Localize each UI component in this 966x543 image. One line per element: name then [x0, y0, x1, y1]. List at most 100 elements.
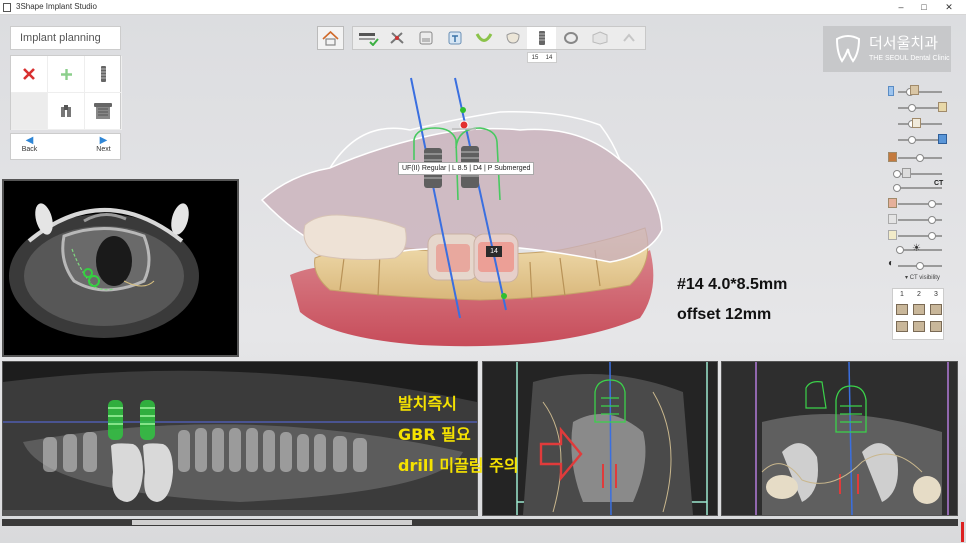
implant-tools: [10, 55, 122, 130]
back-button[interactable]: ◀ Back: [11, 135, 48, 154]
toolbar-guide-button[interactable]: [556, 27, 585, 49]
ct-visibility-slider[interactable]: CT: [888, 180, 948, 196]
guide-icon: [563, 32, 578, 44]
crown-box-icon: [419, 31, 432, 45]
contrast-slider[interactable]: ◐: [888, 258, 948, 274]
implant-size-text: #14 4.0*8.5mm: [677, 276, 788, 293]
arrow-icon: [622, 33, 635, 42]
toolbar-implant-button[interactable]: [527, 27, 556, 49]
step-title: Implant planning: [10, 26, 121, 50]
clinical-notes: 발치즉시 GBR 필요 drill 미끌림 주의: [398, 388, 519, 481]
tooth-visibility-slider[interactable]: [888, 100, 948, 116]
view-preset-cube-icon[interactable]: [896, 304, 908, 315]
tooth-icon: [505, 32, 520, 44]
home-icon: [322, 30, 339, 46]
view-preset-cube-icon[interactable]: [913, 304, 925, 315]
guide-visibility-slider[interactable]: [888, 212, 948, 228]
abutment-visibility-slider[interactable]: [888, 150, 948, 166]
ct-label: CT: [934, 180, 944, 187]
view-preset-cube-icon[interactable]: [930, 304, 942, 315]
abutment-icon: [61, 105, 71, 117]
delete-implant-button[interactable]: [11, 56, 48, 93]
rotate-handle: [459, 120, 469, 130]
molar-visibility-slider[interactable]: [888, 116, 948, 132]
ct-visibility-toggle[interactable]: ▾ CT visibility: [905, 274, 940, 281]
arch-icon: [475, 33, 492, 42]
toolbar-arrow-button[interactable]: [614, 27, 643, 49]
next-label: Next: [96, 146, 111, 153]
molar-icon: [912, 118, 921, 128]
toolbar-tools-button[interactable]: [382, 27, 411, 49]
toolbar-cube-button[interactable]: [585, 27, 614, 49]
view-presets: 1 2 3: [892, 288, 944, 340]
close-button[interactable]: ✕: [938, 1, 960, 14]
visibility-controls: CT ☀ ◐: [888, 84, 948, 284]
sleeve-icon: [94, 103, 112, 119]
toolbar-tooth-plan-button[interactable]: [440, 27, 469, 49]
contrast-icon: ◐: [888, 258, 895, 269]
window-title: 3Shape Implant Studio: [16, 2, 97, 11]
tooth-number-tag: 14: [486, 246, 502, 257]
horizontal-scrollbar[interactable]: [2, 519, 958, 526]
next-button[interactable]: ▶ Next: [85, 136, 122, 154]
app-icon: [3, 3, 11, 12]
view-tab-2[interactable]: 2: [911, 291, 927, 298]
tooth-number-15[interactable]: 15: [532, 55, 539, 61]
implant-visibility-slider[interactable]: [888, 132, 948, 148]
tooth-logo-icon: [835, 35, 861, 63]
minimize-button[interactable]: –: [890, 1, 912, 14]
tooth-number-14[interactable]: 14: [546, 55, 553, 61]
model-visibility-slider[interactable]: [888, 196, 948, 212]
scrollbar-thumb[interactable]: [132, 520, 412, 525]
toolbar-tooth-button[interactable]: [498, 27, 527, 49]
maximize-button[interactable]: □: [913, 1, 935, 14]
implant-cylinder-icon: [938, 134, 947, 144]
clinic-name: 더서울치과: [869, 34, 939, 52]
toolbar-arch-button[interactable]: [469, 27, 498, 49]
view-preset-cube-icon[interactable]: [930, 321, 942, 332]
note-immediate-extraction: 발치즉시: [398, 394, 457, 413]
implant-base-handle: [501, 293, 507, 299]
brightness-icon: ☀: [912, 243, 921, 254]
tools-icon: [902, 168, 911, 178]
add-implant-button[interactable]: [48, 56, 85, 93]
tools-icon: [389, 32, 404, 44]
implant-library-button[interactable]: [85, 56, 122, 93]
implant-icon: [100, 66, 106, 82]
model-view-3d[interactable]: [245, 70, 705, 360]
tooth-plan-icon: [448, 31, 461, 45]
apex-handle: [460, 107, 466, 113]
brightness-slider[interactable]: ☀: [888, 242, 948, 258]
scan-align-icon: [358, 33, 379, 46]
crown-icon: [910, 85, 919, 95]
view-tab-3[interactable]: 3: [928, 291, 944, 298]
scan-visibility-slider[interactable]: [888, 84, 948, 100]
model-icon: [888, 198, 897, 208]
implant-icon: [538, 31, 545, 45]
implant-info-label: UF(II) Regular | L 8.5 | D4 | P Submerge…: [398, 162, 535, 175]
empty-tool-slot: [11, 93, 48, 130]
arrow-left-icon: ◀: [25, 135, 34, 146]
toolbar-scan-align-button[interactable]: [353, 27, 382, 49]
red-marker: [961, 522, 964, 542]
view-preset-cube-icon[interactable]: [913, 321, 925, 332]
view-tab-1[interactable]: 1: [894, 291, 910, 298]
clinic-logo: 더서울치과 THE SEOUL Dental Clinic: [823, 26, 951, 72]
toolbar-crown-box-button[interactable]: [411, 27, 440, 49]
home-button[interactable]: [317, 26, 344, 50]
abutment-button[interactable]: [48, 93, 85, 130]
cube-icon: [592, 31, 607, 45]
workflow-toolbar: [352, 26, 646, 50]
axial-ct-view[interactable]: [2, 179, 239, 357]
implant-spec-annotation: #14 4.0*8.5mm offset 12mm: [677, 270, 787, 330]
plus-icon: [60, 68, 72, 80]
note-gbr-required: GBR 필요: [398, 425, 471, 444]
step-navigation: ◀ Back ▶ Next: [10, 133, 121, 160]
sleeve-button[interactable]: [85, 93, 122, 130]
abutment-icon: [888, 152, 897, 162]
title-bar: 3Shape Implant Studio – □ ✕: [0, 0, 966, 15]
view-preset-cube-icon[interactable]: [896, 321, 908, 332]
offset-text: offset 12mm: [677, 306, 772, 323]
nerve-icon: [888, 230, 897, 240]
cross-section-view-2[interactable]: [721, 361, 958, 516]
